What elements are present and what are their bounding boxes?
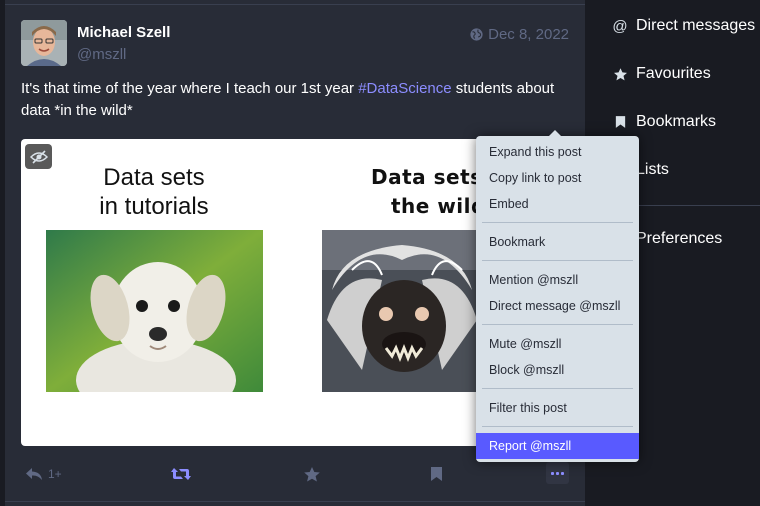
sidebar-item-label: Favourites bbox=[636, 65, 711, 82]
sidebar-item-label: Bookmarks bbox=[636, 113, 717, 130]
post-content: It's that time of the year where I teach… bbox=[21, 78, 571, 122]
display-name[interactable]: Michael Szell bbox=[77, 24, 170, 41]
menu-item-bookmark[interactable]: Bookmark bbox=[476, 229, 639, 255]
left-title-line2: in tutorials bbox=[99, 193, 209, 220]
sidebar-item-direct-messages[interactable]: @ Direct messages bbox=[612, 17, 755, 35]
sidebar-item-label: Lists bbox=[636, 161, 669, 178]
menu-item-direct-message[interactable]: Direct message @mszll bbox=[476, 293, 639, 319]
bookmark-icon bbox=[431, 467, 442, 481]
bookmark-button[interactable] bbox=[430, 464, 443, 484]
ellipsis-icon bbox=[551, 471, 554, 475]
menu-item-embed[interactable]: Embed bbox=[476, 191, 639, 217]
menu-separator bbox=[482, 222, 633, 223]
boost-icon bbox=[171, 468, 191, 480]
divider bbox=[5, 501, 585, 502]
sidebar-item-label: Preferences bbox=[636, 230, 723, 247]
left-panel-title: Data sets in tutorials bbox=[89, 163, 219, 221]
left-title-line1: Data sets bbox=[103, 164, 205, 191]
sidebar-item-label: Direct messages bbox=[636, 17, 756, 34]
star-icon bbox=[612, 66, 628, 82]
menu-item-expand-post[interactable]: Expand this post bbox=[476, 139, 639, 165]
menu-item-copy-link[interactable]: Copy link to post bbox=[476, 165, 639, 191]
sidebar-item-favourites[interactable]: Favourites bbox=[612, 65, 711, 83]
at-icon: @ bbox=[612, 17, 628, 35]
reply-count: 1+ bbox=[48, 467, 62, 481]
bookmark-icon bbox=[612, 114, 628, 130]
menu-item-mute[interactable]: Mute @mszll bbox=[476, 331, 639, 357]
date-text: Dec 8, 2022 bbox=[488, 26, 569, 43]
account-handle[interactable]: @mszll bbox=[77, 46, 126, 63]
menu-separator bbox=[482, 388, 633, 389]
menu-item-block[interactable]: Block @mszll bbox=[476, 357, 639, 383]
sidebar-item-bookmarks[interactable]: Bookmarks bbox=[612, 113, 716, 131]
avatar[interactable] bbox=[21, 20, 67, 66]
reply-icon bbox=[26, 468, 42, 480]
boost-button[interactable] bbox=[170, 464, 192, 484]
divider bbox=[5, 4, 585, 5]
eye-slash-icon bbox=[29, 149, 48, 164]
favourite-button[interactable] bbox=[303, 464, 321, 484]
menu-separator bbox=[482, 260, 633, 261]
avatar-image bbox=[21, 20, 67, 66]
hashtag-link[interactable]: #DataScience bbox=[358, 80, 451, 97]
more-options-button[interactable] bbox=[546, 462, 569, 484]
post-text-start: It's that time of the year where I teach… bbox=[21, 80, 359, 97]
hide-media-button[interactable] bbox=[25, 144, 52, 169]
reply-button[interactable]: 1+ bbox=[25, 464, 62, 484]
post-date[interactable]: Dec 8, 2022 bbox=[470, 26, 569, 43]
menu-item-mention[interactable]: Mention @mszll bbox=[476, 267, 639, 293]
dog-image bbox=[322, 230, 482, 392]
menu-separator bbox=[482, 324, 633, 325]
menu-item-filter[interactable]: Filter this post bbox=[476, 395, 639, 421]
globe-icon bbox=[470, 28, 483, 41]
menu-separator bbox=[482, 426, 633, 427]
star-icon bbox=[304, 466, 320, 481]
post-action-bar: 1+ bbox=[21, 462, 571, 486]
menu-item-report[interactable]: Report @mszll bbox=[476, 433, 639, 459]
post-options-menu: Expand this post Copy link to post Embed… bbox=[476, 130, 639, 462]
puppy-image bbox=[46, 230, 263, 392]
